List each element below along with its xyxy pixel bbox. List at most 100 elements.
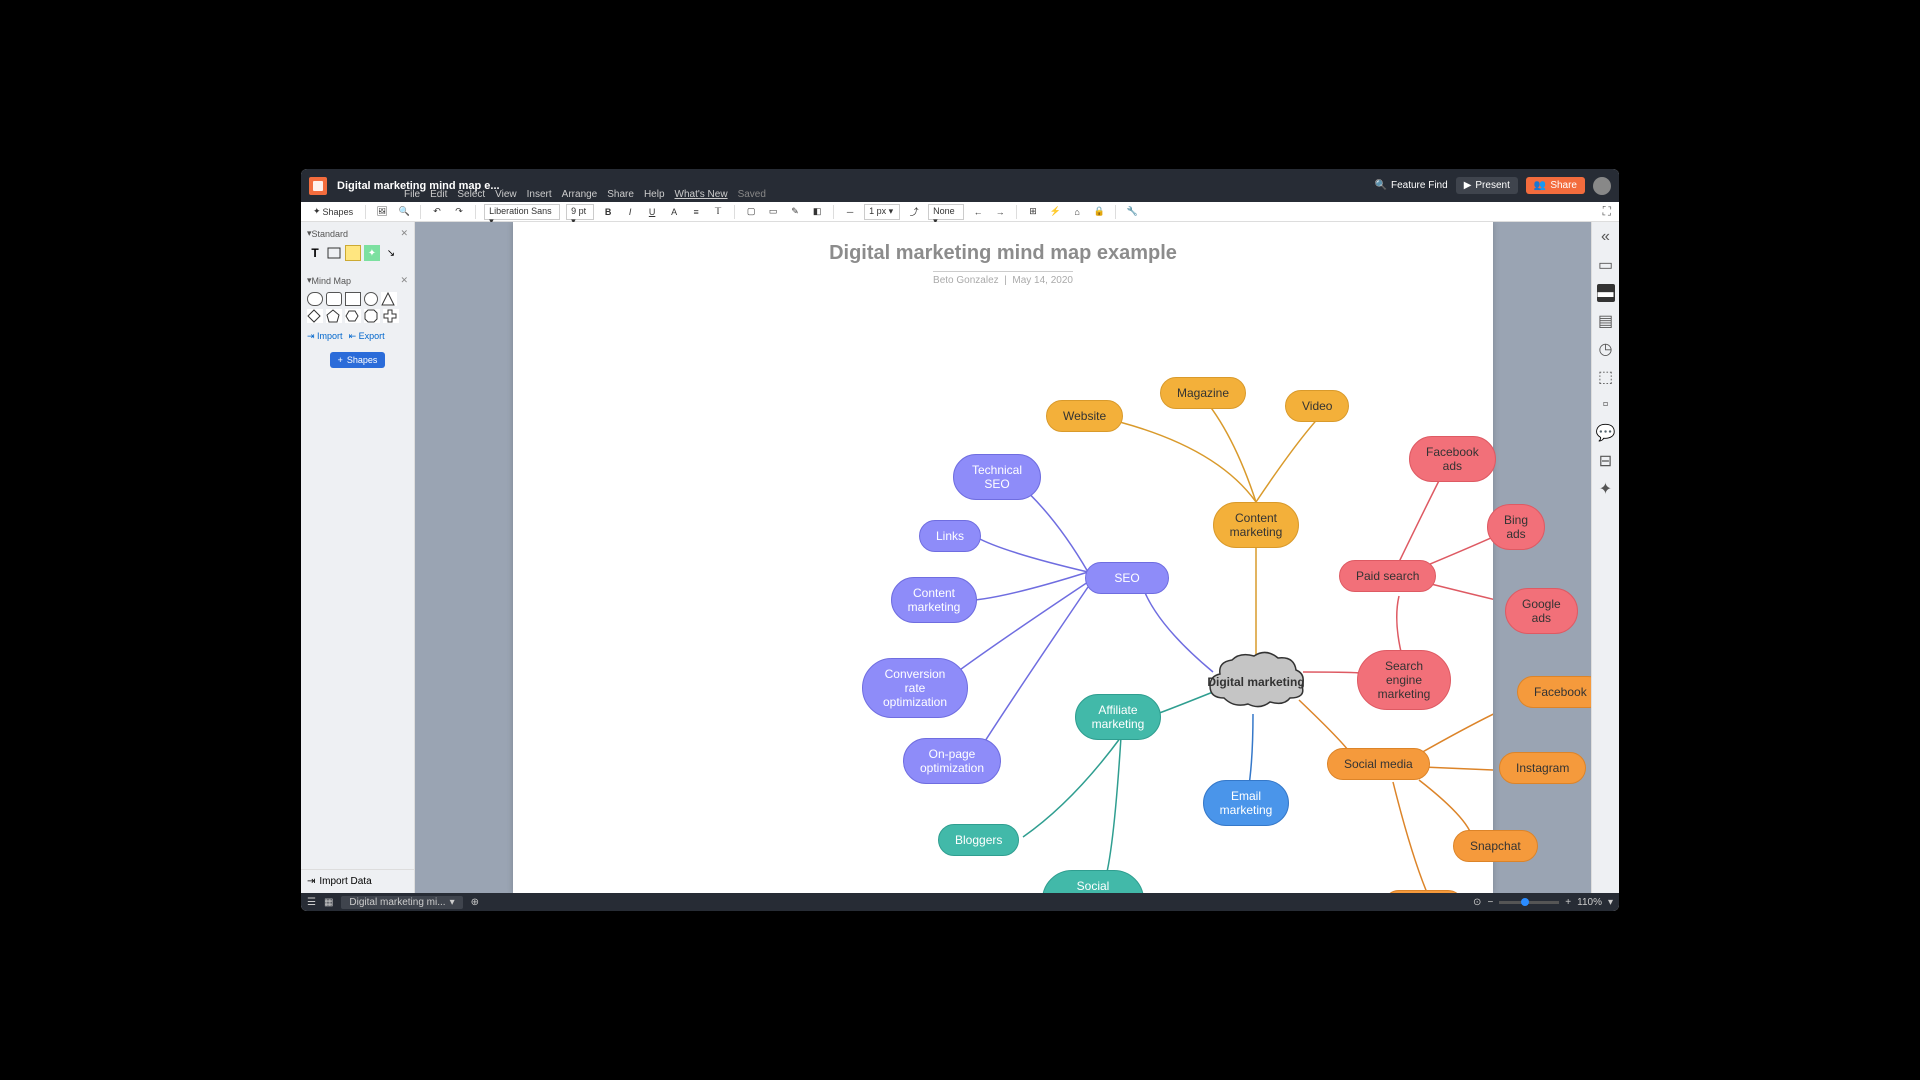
align-icon[interactable]: ≡ xyxy=(688,204,704,220)
locate-icon[interactable]: ⊙ xyxy=(1473,897,1481,908)
layers-icon[interactable]: ⬚ xyxy=(1597,368,1615,386)
hexagon-shape[interactable] xyxy=(345,309,361,323)
share-button[interactable]: 👥 Share xyxy=(1526,177,1585,194)
node-magazine[interactable]: Magazine xyxy=(1160,377,1246,409)
close-icon[interactable]: ✕ xyxy=(400,275,408,286)
group-standard[interactable]: ▾ Standard ✕ xyxy=(307,226,408,241)
diamond-shape[interactable] xyxy=(307,309,323,323)
node-content-marketing[interactable]: Content marketing xyxy=(1213,502,1299,548)
arrow-end-icon[interactable]: → xyxy=(992,204,1008,220)
text-style-icon[interactable]: 𝕋 xyxy=(710,204,726,220)
fullscreen-icon[interactable]: ⛶ xyxy=(1603,204,1611,219)
bold-icon[interactable]: B xyxy=(600,204,616,220)
grid-view-icon[interactable]: ▦ xyxy=(324,897,333,908)
history-icon[interactable]: ◷ xyxy=(1597,340,1615,358)
page-tab[interactable]: Digital marketing mi... ▾ xyxy=(341,896,462,909)
add-page-icon[interactable]: ⊕ xyxy=(471,897,479,908)
canvas[interactable]: Digital marketing mind map example Beto … xyxy=(513,222,1493,893)
panel-icon[interactable]: ▬ xyxy=(1597,284,1615,302)
chevron-down-icon[interactable]: ▾ xyxy=(1608,897,1613,908)
node-facebook[interactable]: Facebook xyxy=(1517,676,1591,708)
triangle-shape[interactable] xyxy=(381,292,397,306)
page-icon[interactable]: ▭ xyxy=(1597,256,1615,274)
octagon-shape[interactable] xyxy=(364,309,380,323)
present-button[interactable]: ▶ Present xyxy=(1456,177,1518,194)
add-shapes-button[interactable]: + Shapes xyxy=(330,352,386,368)
node-conversion[interactable]: Conversion rate optimization xyxy=(862,658,968,718)
list-view-icon[interactable]: ☰ xyxy=(307,897,316,908)
rounded-shape[interactable] xyxy=(326,292,342,306)
line-style-icon[interactable]: ─ xyxy=(842,204,858,220)
line-weight-select[interactable]: 1 px ▾ xyxy=(864,204,900,220)
square-shape[interactable] xyxy=(345,292,361,306)
border-icon[interactable]: ▭ xyxy=(765,204,781,220)
node-google-ads[interactable]: Google ads xyxy=(1505,588,1578,634)
menu-view[interactable]: View xyxy=(495,189,517,200)
comments-icon[interactable]: 💬 xyxy=(1597,424,1615,442)
node-links[interactable]: Links xyxy=(919,520,981,552)
line-type-icon[interactable]: ⤴ xyxy=(906,204,922,220)
node-social[interactable]: Social media xyxy=(1327,748,1430,780)
search-icon[interactable]: 🔍 xyxy=(396,204,412,220)
node-paid-search[interactable]: Paid search xyxy=(1339,560,1436,592)
node-website[interactable]: Website xyxy=(1046,400,1123,432)
node-seo[interactable]: SEO xyxy=(1085,562,1169,594)
menu-edit[interactable]: Edit xyxy=(430,189,447,200)
pentagon-shape[interactable] xyxy=(326,309,342,323)
text-color-icon[interactable]: A xyxy=(666,204,682,220)
node-affiliate[interactable]: Affiliate marketing xyxy=(1075,694,1161,740)
rect-shape[interactable] xyxy=(326,245,342,261)
font-select[interactable]: Liberation Sans ▾ xyxy=(484,204,560,220)
distribute-icon[interactable]: ⊞ xyxy=(1025,204,1041,220)
menu-file[interactable]: File xyxy=(404,189,420,200)
node-onpage[interactable]: On-page optimization xyxy=(903,738,1001,784)
arrow-start-icon[interactable]: ← xyxy=(970,204,986,220)
node-email[interactable]: Email marketing xyxy=(1203,780,1289,826)
close-icon[interactable]: ✕ xyxy=(400,228,408,239)
node-snapchat[interactable]: Snapchat xyxy=(1453,830,1538,862)
collapse-icon[interactable]: « xyxy=(1597,228,1615,246)
zoom-slider[interactable] xyxy=(1499,901,1559,904)
italic-icon[interactable]: I xyxy=(622,204,638,220)
bolt-icon[interactable]: ⚡ xyxy=(1047,204,1063,220)
menu-select[interactable]: Select xyxy=(457,189,485,200)
avatar[interactable] xyxy=(1593,177,1611,195)
menu-arrange[interactable]: Arrange xyxy=(562,189,598,200)
menu-insert[interactable]: Insert xyxy=(527,189,552,200)
menu-whats-new[interactable]: What's New xyxy=(675,189,728,200)
cross-shape[interactable] xyxy=(383,309,399,323)
node-technical-seo[interactable]: Technical SEO xyxy=(953,454,1041,500)
node-bing-ads[interactable]: Bing ads xyxy=(1487,504,1545,550)
hotspot-shape[interactable]: ✦ xyxy=(364,245,380,261)
text-shape[interactable]: T xyxy=(307,245,323,261)
export-link[interactable]: ⇤ Export xyxy=(349,331,385,342)
line-shape[interactable]: ↘ xyxy=(383,245,399,261)
zoom-in-icon[interactable]: + xyxy=(1565,897,1571,908)
menu-help[interactable]: Help xyxy=(644,189,665,200)
shadow-icon[interactable]: ◧ xyxy=(809,204,825,220)
import-data-button[interactable]: ⇥ Import Data xyxy=(301,869,414,893)
node-content-marketing2[interactable]: Content marketing xyxy=(891,577,977,623)
note-shape[interactable] xyxy=(345,245,361,261)
doc-icon[interactable]: ▫ xyxy=(1597,396,1615,414)
import-link[interactable]: ⇥ Import xyxy=(307,331,343,342)
node-youtube[interactable]: YouTube xyxy=(1383,890,1464,893)
lock-icon[interactable]: 🔒 xyxy=(1091,204,1107,220)
node-instagram[interactable]: Instagram xyxy=(1499,752,1586,784)
circle-shape[interactable] xyxy=(364,292,378,306)
shapes-toolbar-button[interactable]: ✦ Shapes xyxy=(309,204,357,219)
node-video[interactable]: Video xyxy=(1285,390,1349,422)
node-facebook-ads[interactable]: Facebook ads xyxy=(1409,436,1496,482)
redo-icon[interactable]: ↷ xyxy=(451,204,467,220)
pill-shape[interactable] xyxy=(307,292,323,306)
fill-icon[interactable]: ▢ xyxy=(743,204,759,220)
node-sem[interactable]: Search engine marketing xyxy=(1357,650,1451,710)
zoom-out-icon[interactable]: − xyxy=(1487,897,1493,908)
undo-icon[interactable]: ↶ xyxy=(429,204,445,220)
line-fill-select[interactable]: None ▾ xyxy=(928,204,964,220)
feature-find-button[interactable]: 🔍 Feature Find xyxy=(1375,180,1448,191)
stroke-color-icon[interactable]: ✎ xyxy=(787,204,803,220)
font-size-select[interactable]: 9 pt ▾ xyxy=(566,204,594,220)
settings-icon[interactable]: ✦ xyxy=(1597,480,1615,498)
zoom-value[interactable]: 110% xyxy=(1577,897,1602,908)
